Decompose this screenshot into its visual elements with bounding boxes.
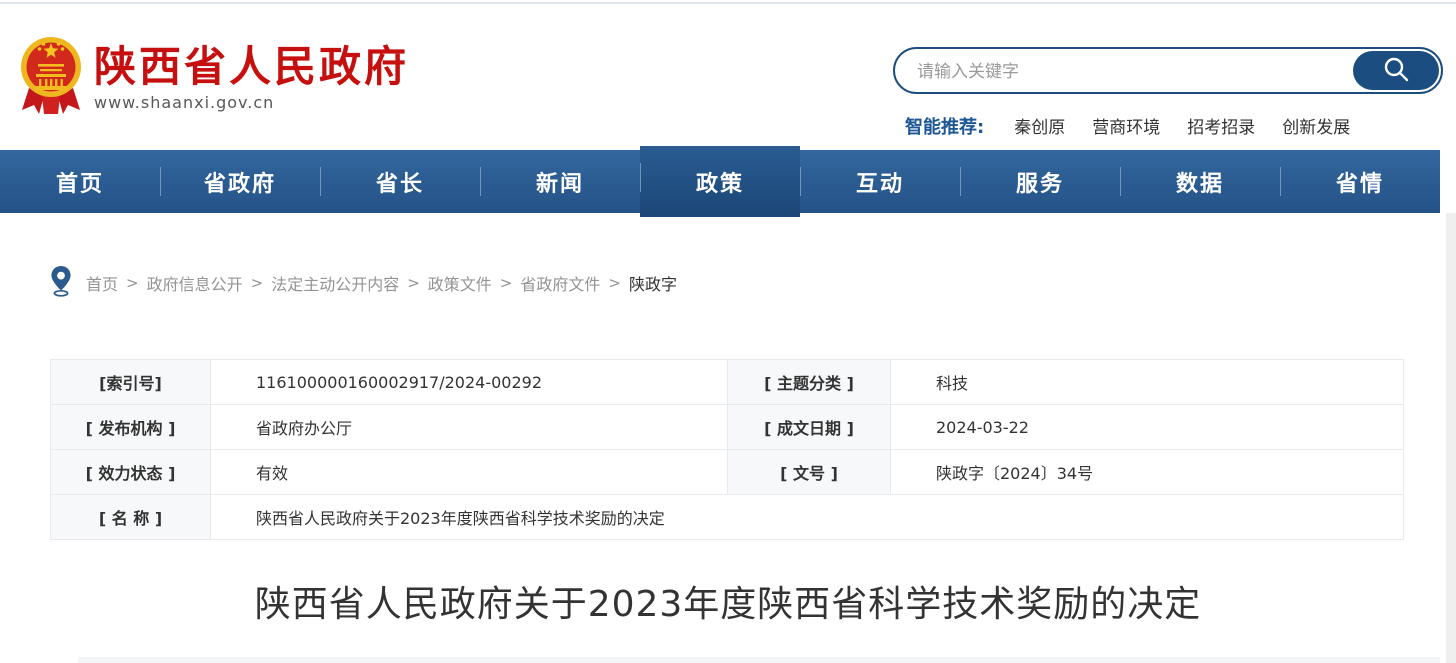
meta-label-index-number: [索引号] — [51, 360, 211, 405]
meta-value-issuing-agency: 省政府办公厅 — [211, 405, 728, 450]
nav-item-governor[interactable]: 省长 — [320, 150, 480, 213]
meta-label-title: [ 名 称 ] — [51, 495, 211, 540]
site-logo[interactable]: 陕西省人民政府 www.shaanxi.gov.cn — [20, 34, 409, 118]
breadcrumb-gov-info-disclosure[interactable]: 政府信息公开 — [147, 271, 243, 295]
nav-item-interaction[interactable]: 互动 — [800, 150, 960, 213]
breadcrumb-separator: > — [407, 274, 420, 292]
location-pin-icon — [50, 265, 86, 301]
breadcrumb-separator: > — [608, 274, 621, 292]
main-nav: 首页 省政府 省长 新闻 政策 互动 服务 数据 省情 — [0, 150, 1440, 213]
breadcrumb-home[interactable]: 首页 — [86, 271, 118, 295]
nav-item-data[interactable]: 数据 — [1120, 150, 1280, 213]
smart-recommend: 智能推荐: 秦创原 营商环境 招考招录 创新发展 — [905, 113, 1377, 139]
meta-value-document-number: 陕政字〔2024〕34号 — [891, 450, 1404, 495]
recommend-link-innovation[interactable]: 创新发展 — [1282, 113, 1350, 138]
recommend-link-recruitment[interactable]: 招考招录 — [1187, 113, 1255, 138]
logo-text: 陕西省人民政府 www.shaanxi.gov.cn — [94, 45, 409, 112]
meta-label-issuing-agency: [ 发布机构 ] — [51, 405, 211, 450]
meta-label-validity-status: [ 效力状态 ] — [51, 450, 211, 495]
document-title: 陕西省人民政府关于2023年度陕西省科学技术奖励的决定 — [0, 575, 1456, 627]
breadcrumb-policy-documents[interactable]: 政策文件 — [428, 271, 492, 295]
site-url: www.shaanxi.gov.cn — [94, 93, 409, 112]
meta-value-index-number: 116100000160002917/2024-00292 — [211, 360, 728, 405]
meta-label-document-number: [ 文号 ] — [728, 450, 891, 495]
meta-label-issue-date: [ 成文日期 ] — [728, 405, 891, 450]
meta-label-topic-category: [ 主题分类 ] — [728, 360, 891, 405]
nav-item-policy[interactable]: 政策 — [640, 146, 800, 217]
breadcrumb-separator: > — [500, 274, 513, 292]
recommend-link-business-environment[interactable]: 营商环境 — [1092, 113, 1160, 138]
meta-value-title: 陕西省人民政府关于2023年度陕西省科学技术奖励的决定 — [211, 495, 1404, 540]
recommend-link-qinchuangyuan[interactable]: 秦创原 — [1014, 113, 1065, 138]
search-input[interactable] — [915, 53, 1339, 90]
nav-item-provincial-government[interactable]: 省政府 — [160, 150, 320, 213]
document-meta-table: [索引号] 116100000160002917/2024-00292 [ 主题… — [50, 359, 1404, 540]
nav-item-home[interactable]: 首页 — [0, 150, 160, 213]
search-button[interactable] — [1353, 51, 1439, 90]
breadcrumb: 首页 > 政府信息公开 > 法定主动公开内容 > 政策文件 > 省政府文件 > … — [50, 266, 677, 300]
nav-item-services[interactable]: 服务 — [960, 150, 1120, 213]
meta-value-issue-date: 2024-03-22 — [891, 405, 1404, 450]
breadcrumb-statutory-disclosure[interactable]: 法定主动公开内容 — [271, 271, 399, 295]
search-box — [893, 47, 1443, 94]
meta-value-topic-category: 科技 — [891, 360, 1404, 405]
site-header: 陕西省人民政府 www.shaanxi.gov.cn 智能推荐: 秦创原 营商环… — [0, 4, 1456, 150]
national-emblem-icon — [20, 34, 82, 118]
section-divider — [78, 657, 1440, 663]
nav-item-province-overview[interactable]: 省情 — [1280, 150, 1440, 213]
meta-value-validity-status: 有效 — [211, 450, 728, 495]
magnifier-icon — [1381, 54, 1411, 87]
breadcrumb-current-shanzhengzi: 陕政字 — [629, 271, 677, 295]
smart-recommend-label: 智能推荐: — [905, 113, 984, 139]
nav-item-news[interactable]: 新闻 — [480, 150, 640, 213]
site-name: 陕西省人民政府 — [94, 45, 409, 89]
breadcrumb-separator: > — [126, 274, 139, 292]
breadcrumb-separator: > — [251, 274, 264, 292]
breadcrumb-provincial-gov-documents[interactable]: 省政府文件 — [520, 271, 600, 295]
